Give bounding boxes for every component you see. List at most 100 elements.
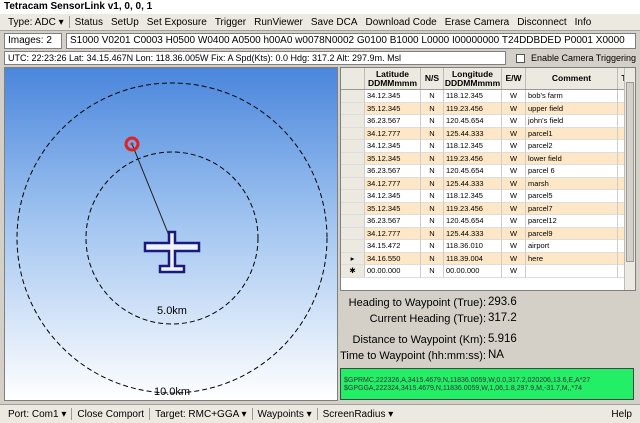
cell-latitude[interactable]: 34.12.345 xyxy=(365,140,421,153)
cell-comment[interactable] xyxy=(526,265,618,278)
cell-longitude[interactable]: 119.23.456 xyxy=(444,202,502,215)
cell-latitude[interactable]: 35.12.345 xyxy=(365,102,421,115)
row-indicator[interactable] xyxy=(341,190,365,203)
scrollbar-thumb[interactable] xyxy=(626,82,634,262)
close-comport-button[interactable]: Close Comport xyxy=(73,409,148,420)
cell-latitude[interactable]: 34.12.777 xyxy=(365,127,421,140)
cell-comment[interactable]: parcel5 xyxy=(526,190,618,203)
table-row[interactable]: 34.12.345 N 118.12.345 Wparcel5 xyxy=(341,190,635,203)
cell-ns[interactable]: N xyxy=(421,215,444,228)
cell-latitude[interactable]: 34.12.345 xyxy=(365,190,421,203)
cell-ns[interactable]: N xyxy=(421,240,444,253)
column-header-latitude[interactable]: Latitude DDMMmmm xyxy=(365,68,421,89)
row-indicator[interactable] xyxy=(341,227,365,240)
row-indicator[interactable] xyxy=(341,165,365,178)
table-row[interactable]: 36.23.567 N 120.45.654 Wjohn's field xyxy=(341,115,635,128)
row-indicator[interactable] xyxy=(341,240,365,253)
cell-latitude[interactable]: 34.12.777 xyxy=(365,227,421,240)
cell-comment[interactable]: parcel2 xyxy=(526,140,618,153)
cell-ns[interactable]: N xyxy=(421,115,444,128)
cell-ns[interactable]: N xyxy=(421,190,444,203)
cell-ns[interactable]: N xyxy=(421,177,444,190)
cell-ew[interactable]: W xyxy=(502,252,526,265)
cell-ns[interactable]: N xyxy=(421,165,444,178)
cell-latitude[interactable]: 00.00.000 xyxy=(365,265,421,278)
port-dropdown[interactable]: Port: Com1 ▾ xyxy=(4,409,70,420)
row-indicator[interactable] xyxy=(341,115,365,128)
row-indicator[interactable] xyxy=(341,140,365,153)
cell-ew[interactable]: W xyxy=(502,165,526,178)
row-indicator[interactable] xyxy=(341,177,365,190)
cell-comment[interactable]: here xyxy=(526,252,618,265)
table-row[interactable]: 34.12.345 N 118.12.345 Wbob's farm xyxy=(341,90,635,103)
cell-ew[interactable]: W xyxy=(502,115,526,128)
cell-ew[interactable]: W xyxy=(502,90,526,103)
cell-comment[interactable]: parcel9 xyxy=(526,227,618,240)
cell-longitude[interactable]: 120.45.654 xyxy=(444,165,502,178)
cell-ew[interactable]: W xyxy=(502,227,526,240)
cell-ns[interactable]: N xyxy=(421,102,444,115)
cell-comment[interactable]: john's field xyxy=(526,115,618,128)
cell-longitude[interactable]: 125.44.333 xyxy=(444,227,502,240)
row-indicator[interactable]: ▸ xyxy=(341,252,365,265)
checkbox-icon[interactable] xyxy=(515,53,525,63)
cell-latitude[interactable]: 34.16.550 xyxy=(365,252,421,265)
cell-longitude[interactable]: 125.44.333 xyxy=(444,177,502,190)
table-row[interactable]: 34.12.777 N 125.44.333 Wmarsh xyxy=(341,177,635,190)
cell-ns[interactable]: N xyxy=(421,127,444,140)
menu-status[interactable]: Status xyxy=(71,15,107,30)
menu-runviewer[interactable]: RunViewer xyxy=(250,15,307,30)
table-row[interactable]: 35.12.345 N 119.23.456 Wparcel7 xyxy=(341,202,635,215)
cell-ew[interactable]: W xyxy=(502,102,526,115)
cell-comment[interactable]: parcel 6 xyxy=(526,165,618,178)
cell-latitude[interactable]: 35.12.345 xyxy=(365,202,421,215)
table-row[interactable]: 35.12.345 N 119.23.456 Wlower field xyxy=(341,152,635,165)
cell-longitude[interactable]: 120.45.654 xyxy=(444,115,502,128)
cell-latitude[interactable]: 34.12.777 xyxy=(365,177,421,190)
cell-ns[interactable]: N xyxy=(421,265,444,278)
row-indicator[interactable] xyxy=(341,102,365,115)
table-row[interactable]: 34.15.472 N 118.36.010 Wairport xyxy=(341,240,635,253)
cell-ns[interactable]: N xyxy=(421,252,444,265)
cell-ns[interactable]: N xyxy=(421,227,444,240)
column-header-ns[interactable]: N/S xyxy=(421,68,444,89)
column-header-ew[interactable]: E/W xyxy=(502,68,526,89)
cell-ew[interactable]: W xyxy=(502,177,526,190)
cell-ew[interactable]: W xyxy=(502,127,526,140)
cell-longitude[interactable]: 119.23.456 xyxy=(444,152,502,165)
help-button[interactable]: Help xyxy=(607,409,640,420)
cell-comment[interactable]: parcel1 xyxy=(526,127,618,140)
table-row[interactable]: 34.12.345 N 118.12.345 Wparcel2 xyxy=(341,140,635,153)
cell-ew[interactable]: W xyxy=(502,202,526,215)
table-row[interactable]: ▸ 34.16.550 N 118.39.004 Where xyxy=(341,252,635,265)
cell-latitude[interactable]: 34.12.345 xyxy=(365,90,421,103)
cell-latitude[interactable]: 35.12.345 xyxy=(365,152,421,165)
screen-radius-dropdown[interactable]: ScreenRadius ▾ xyxy=(319,409,398,420)
cell-comment[interactable]: upper field xyxy=(526,102,618,115)
cell-longitude[interactable]: 125.44.333 xyxy=(444,127,502,140)
cell-ew[interactable]: W xyxy=(502,240,526,253)
cell-ns[interactable]: N xyxy=(421,202,444,215)
cell-comment[interactable]: airport xyxy=(526,240,618,253)
cell-comment[interactable]: lower field xyxy=(526,152,618,165)
cell-longitude[interactable]: 118.36.010 xyxy=(444,240,502,253)
command-string-field[interactable]: S1000 V0201 C0003 H0500 W0400 A0500 h00A… xyxy=(66,33,636,49)
cell-ew[interactable]: W xyxy=(502,152,526,165)
cell-longitude[interactable]: 118.12.345 xyxy=(444,190,502,203)
cell-longitude[interactable]: 00.00.000 xyxy=(444,265,502,278)
waypoints-dropdown[interactable]: Waypoints ▾ xyxy=(254,409,316,420)
menu-save-dca[interactable]: Save DCA xyxy=(307,15,362,30)
table-row[interactable]: 36.23.567 N 120.45.654 Wparcel 6 xyxy=(341,165,635,178)
cell-latitude[interactable]: 34.15.472 xyxy=(365,240,421,253)
menu-trigger[interactable]: Trigger xyxy=(211,15,250,30)
menu-set-exposure[interactable]: Set Exposure xyxy=(143,15,211,30)
table-row[interactable]: 34.12.777 N 125.44.333 Wparcel9 xyxy=(341,227,635,240)
cell-longitude[interactable]: 120.45.654 xyxy=(444,215,502,228)
menu-disconnect[interactable]: Disconnect xyxy=(513,15,570,30)
row-indicator[interactable]: ✱ xyxy=(341,265,365,278)
cell-comment[interactable]: marsh xyxy=(526,177,618,190)
cell-longitude[interactable]: 118.12.345 xyxy=(444,90,502,103)
cell-ns[interactable]: N xyxy=(421,90,444,103)
menu-download-code[interactable]: Download Code xyxy=(362,15,441,30)
table-row[interactable]: 36.23.567 N 120.45.654 Wparcel12 xyxy=(341,215,635,228)
